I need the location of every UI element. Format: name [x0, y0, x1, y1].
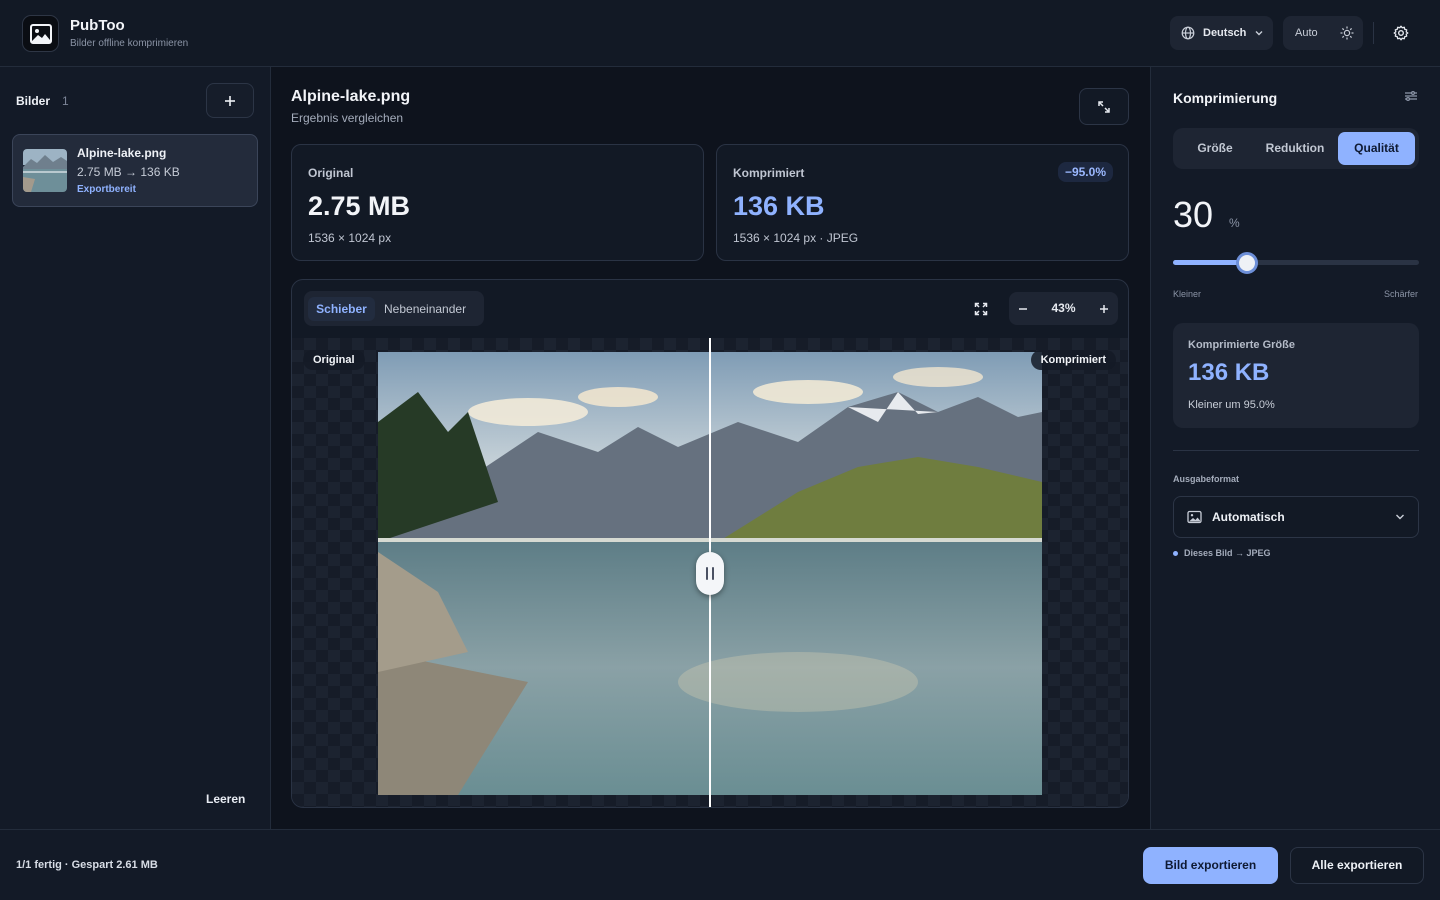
image-icon: [1187, 510, 1202, 524]
sidebar-title: Bilder: [16, 94, 51, 108]
minus-icon: [1019, 307, 1027, 310]
image-sidebar: Bilder 1 Alpine-lake.png 2.75 MB → 136 K…: [0, 67, 271, 829]
plus-icon: [1100, 304, 1108, 313]
format-select[interactable]: Automatisch: [1173, 496, 1419, 538]
tab-size[interactable]: Größe: [1177, 132, 1253, 165]
format-hint: Dieses Bild → JPEG: [1173, 548, 1271, 558]
tab-quality[interactable]: Qualität: [1338, 132, 1415, 165]
app-subtitle: Bilder offline komprimieren: [70, 38, 189, 49]
original-stat-card: Original 2.75 MB 1536 × 1024 px: [291, 144, 704, 261]
expand-icon: [1098, 100, 1110, 113]
original-size: 2.75 MB: [308, 191, 411, 221]
footer-bar: 1/1 fertig · Gespart 2.61 MB Bild export…: [0, 829, 1440, 900]
original-overlay-label: Original: [303, 350, 365, 370]
compare-divider-handle[interactable]: [696, 552, 724, 595]
expand-button[interactable]: [1079, 88, 1129, 125]
zoom-out-button[interactable]: [1009, 292, 1037, 325]
export-all-button[interactable]: Alle exportieren: [1290, 847, 1424, 884]
status-dot: [1173, 550, 1178, 556]
export-image-button[interactable]: Bild exportieren: [1143, 847, 1278, 884]
file-thumbnail: [23, 149, 67, 192]
settings-button[interactable]: [1388, 20, 1414, 46]
app-header: PubToo Bilder offline komprimieren Deuts…: [0, 0, 1440, 67]
tab-side-by-side[interactable]: Nebeneinander: [384, 297, 466, 321]
sun-icon: [1340, 26, 1354, 40]
clear-button[interactable]: Leeren: [206, 792, 245, 806]
file-name: Alpine-lake.png: [77, 146, 167, 160]
compressed-size-card: Komprimierte Größe 136 KB Kleiner um 95.…: [1173, 323, 1419, 428]
page-title: Alpine-lake.png: [291, 88, 411, 105]
fit-to-screen-button[interactable]: [970, 298, 992, 320]
format-value: Automatisch: [1212, 510, 1285, 524]
theme-toggle[interactable]: Auto: [1283, 16, 1363, 50]
app-title: PubToo: [70, 17, 125, 34]
compare-mode-tabs: Schieber Nebeneinander: [304, 291, 484, 326]
format-hint-text: Dieses Bild → JPEG: [1184, 548, 1271, 558]
compressed-label: Komprimiert: [733, 166, 805, 180]
panel-divider: [1173, 450, 1419, 451]
compare-canvas[interactable]: Original Komprimiert: [292, 338, 1128, 807]
chevron-down-icon: [1396, 514, 1404, 520]
app-logo-icon: [22, 15, 59, 52]
panel-title: Komprimierung: [1173, 90, 1278, 106]
file-status: Exportbereit: [77, 184, 136, 195]
slider-thumb[interactable]: [1235, 252, 1258, 274]
theme-label: Auto: [1295, 27, 1318, 39]
slider-min-label: Kleiner: [1173, 289, 1202, 299]
result-value: 136 KB: [1188, 359, 1270, 386]
header-divider: [1373, 22, 1374, 44]
chevron-down-icon: [1255, 31, 1263, 36]
image-count: 1: [62, 94, 69, 108]
compare-viewer: Schieber Nebeneinander 43% Original Komp…: [291, 279, 1129, 808]
compression-panel: Komprimierung Größe Reduktion Qualität 3…: [1150, 67, 1440, 829]
original-dims: 1536 × 1024 px: [308, 231, 392, 245]
fit-screen-icon: [974, 302, 988, 316]
progress-status: 1/1 fertig · Gespart 2.61 MB: [16, 859, 158, 871]
compressed-stat-card: Komprimiert −95.0% 136 KB 1536 × 1024 px…: [716, 144, 1129, 261]
zoom-control: 43%: [1009, 292, 1118, 325]
gear-icon: [1393, 25, 1409, 41]
tune-settings-button[interactable]: [1404, 89, 1420, 105]
compression-mode-tabs: Größe Reduktion Qualität: [1173, 128, 1419, 169]
plus-icon: [225, 95, 235, 106]
reduction-badge: −95.0%: [1057, 162, 1113, 182]
result-label: Komprimierte Größe: [1188, 339, 1295, 351]
result-note: Kleiner um 95.0%: [1188, 399, 1275, 411]
compressed-size: 136 KB: [733, 191, 825, 221]
page-subtitle: Ergebnis vergleichen: [291, 111, 404, 125]
zoom-level: 43%: [1051, 301, 1076, 315]
add-image-button[interactable]: [206, 83, 254, 118]
globe-icon: [1181, 26, 1195, 40]
main-area: Alpine-lake.png Ergebnis vergleichen Ori…: [271, 67, 1150, 829]
format-label: Ausgabeformat: [1173, 474, 1240, 484]
language-label: Deutsch: [1203, 27, 1247, 39]
quality-value: 30: [1173, 194, 1214, 235]
zoom-in-button[interactable]: [1090, 292, 1118, 325]
quality-unit: %: [1229, 216, 1240, 230]
tab-slider-mode[interactable]: Schieber: [308, 297, 375, 321]
original-label: Original: [308, 166, 354, 180]
file-sizes: 2.75 MB → 136 KB: [77, 165, 180, 179]
compressed-dims: 1536 × 1024 px · JPEG: [733, 231, 859, 245]
sliders-icon: [1405, 90, 1417, 102]
file-list-item[interactable]: Alpine-lake.png 2.75 MB → 136 KB Exportb…: [12, 134, 258, 207]
tab-reduction[interactable]: Reduktion: [1257, 132, 1333, 165]
quality-slider[interactable]: [1173, 252, 1419, 274]
language-selector[interactable]: Deutsch: [1170, 16, 1273, 50]
slider-max-label: Schärfer: [1383, 289, 1418, 299]
compressed-overlay-label: Komprimiert: [1030, 350, 1116, 370]
